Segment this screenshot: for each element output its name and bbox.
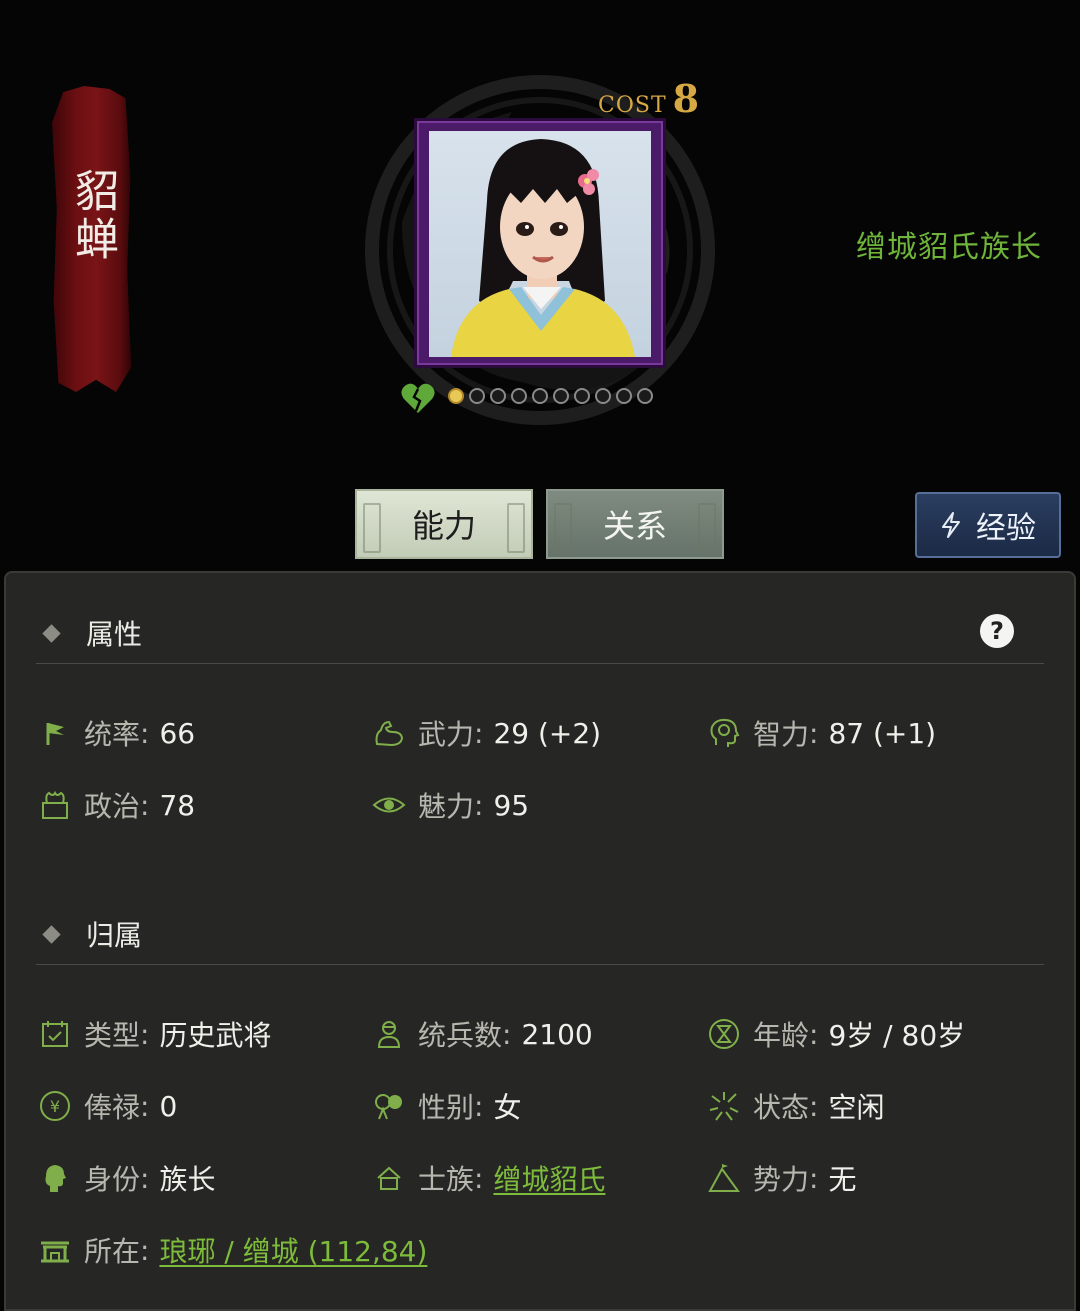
info-value: 2100 [521, 1017, 593, 1051]
page-dot[interactable] [448, 388, 464, 404]
stat-intelligence: 智力: 87 (+1) [707, 713, 936, 753]
info-label: 年龄 [753, 1019, 810, 1052]
diamond-icon [42, 623, 61, 643]
page-dot[interactable] [511, 388, 527, 404]
cost-value: 8 [672, 76, 700, 121]
soldier-icon [372, 1017, 406, 1051]
portrait-page-dots[interactable] [448, 388, 653, 404]
info-value: 0 [159, 1089, 178, 1123]
info-value: 女 [493, 1091, 522, 1124]
stat-value: 29 (+2) [493, 716, 602, 750]
portrait-frame[interactable] [414, 118, 666, 368]
tab-ability-label: 能力 [411, 507, 476, 545]
stat-label: 智力 [753, 718, 810, 751]
info-label: 俸禄 [84, 1091, 141, 1124]
stat-value: 66 [159, 716, 196, 750]
page-dot[interactable] [637, 388, 653, 404]
info-value: 9岁 / 80岁 [828, 1019, 966, 1052]
tab-relations[interactable]: 关系 [546, 489, 724, 559]
flag-icon [38, 716, 72, 750]
experience-button[interactable]: 经验 [915, 492, 1061, 558]
info-troops: 统兵数: 2100 [372, 1014, 593, 1054]
info-identity: 身份: 族长 [38, 1158, 215, 1198]
tab-ornament [698, 503, 716, 553]
gender-heads-icon [372, 1089, 406, 1123]
stat-value: 87 (+1) [828, 716, 937, 750]
tab-relations-label: 关系 [602, 507, 667, 545]
hourglass-badge-icon [707, 1017, 741, 1051]
yen-coin-icon: ¥ [38, 1089, 72, 1123]
stat-command: 统率: 66 [38, 713, 195, 753]
info-label: 势力 [753, 1163, 810, 1196]
brain-head-icon [707, 716, 741, 750]
info-label: 士族 [418, 1163, 475, 1196]
stat-label: 政治 [84, 790, 141, 823]
stat-strength: 武力: 29 (+2) [372, 713, 601, 753]
page-dot[interactable] [574, 388, 590, 404]
info-value: 无 [828, 1163, 857, 1196]
stat-value: 95 [493, 788, 530, 822]
info-label: 状态 [753, 1091, 810, 1124]
character-portrait [429, 131, 651, 357]
page-dot[interactable] [553, 388, 569, 404]
info-faction: 势力: 无 [707, 1158, 856, 1198]
mountain-flag-icon [707, 1161, 741, 1195]
lightning-icon [942, 512, 960, 538]
info-salary: ¥ 俸禄: 0 [38, 1086, 177, 1126]
stat-value: 78 [159, 788, 196, 822]
clan-link[interactable]: 缯城貂氏 [493, 1158, 605, 1198]
info-value: 历史武将 [159, 1019, 272, 1052]
stat-politics: 政治: 78 [38, 785, 195, 825]
page-dot[interactable] [469, 388, 485, 404]
location-link[interactable]: 琅琊 / 缯城 (112,84) [159, 1230, 427, 1270]
character-name: 貂蝉 [67, 168, 118, 264]
page-dot[interactable] [616, 388, 632, 404]
section-attributes-title: 属性 [86, 618, 143, 651]
tab-ornament [363, 503, 381, 553]
info-label: 性别 [418, 1091, 475, 1124]
stat-label: 武力 [418, 718, 475, 751]
info-value: 空闲 [828, 1091, 885, 1124]
help-button[interactable]: ? [980, 614, 1014, 648]
info-label: 统兵数 [418, 1019, 503, 1052]
page-dot[interactable] [490, 388, 506, 404]
stat-label: 统率 [84, 718, 141, 751]
experience-button-label: 经验 [976, 511, 1036, 546]
character-title: 缯城貂氏族长 [856, 230, 1042, 265]
money-bag-icon [38, 788, 72, 822]
info-age: 年龄: 9岁 / 80岁 [707, 1014, 965, 1054]
info-clan: 士族: 缯城貂氏 [372, 1158, 605, 1198]
page-dot[interactable] [595, 388, 611, 404]
stat-charm: 魅力: 95 [372, 785, 529, 825]
tab-ornament [507, 503, 525, 553]
section-attributes-header: 属性 [36, 603, 1044, 664]
info-label: 身份 [84, 1163, 141, 1196]
section-affiliation-title: 归属 [86, 919, 143, 952]
diamond-icon [42, 924, 61, 944]
svg-text:¥: ¥ [50, 1097, 60, 1116]
broken-heart-icon [401, 383, 435, 413]
clan-house-icon [372, 1161, 406, 1195]
info-label: 所在 [84, 1235, 141, 1268]
status-burst-icon [707, 1089, 741, 1123]
info-gender: 性别: 女 [372, 1086, 521, 1126]
muscle-arm-icon [372, 716, 406, 750]
gate-icon [38, 1233, 72, 1267]
info-value: 族长 [159, 1163, 216, 1196]
page-dot[interactable] [532, 388, 548, 404]
eye-icon [372, 788, 406, 822]
calendar-check-icon [38, 1017, 72, 1051]
info-status: 状态: 空闲 [707, 1086, 884, 1126]
stat-label: 魅力 [418, 790, 475, 823]
cost-label: COST [598, 93, 667, 118]
tab-ornament [554, 503, 572, 553]
cost-display: COST 8 [598, 76, 699, 121]
info-location: 所在: 琅琊 / 缯城 (112,84) [38, 1230, 427, 1270]
bust-icon [38, 1161, 72, 1195]
section-affiliation-header: 归属 [36, 904, 1044, 965]
info-type: 类型: 历史武将 [38, 1014, 271, 1054]
info-label: 类型 [84, 1019, 141, 1052]
tab-ability[interactable]: 能力 [355, 489, 533, 559]
